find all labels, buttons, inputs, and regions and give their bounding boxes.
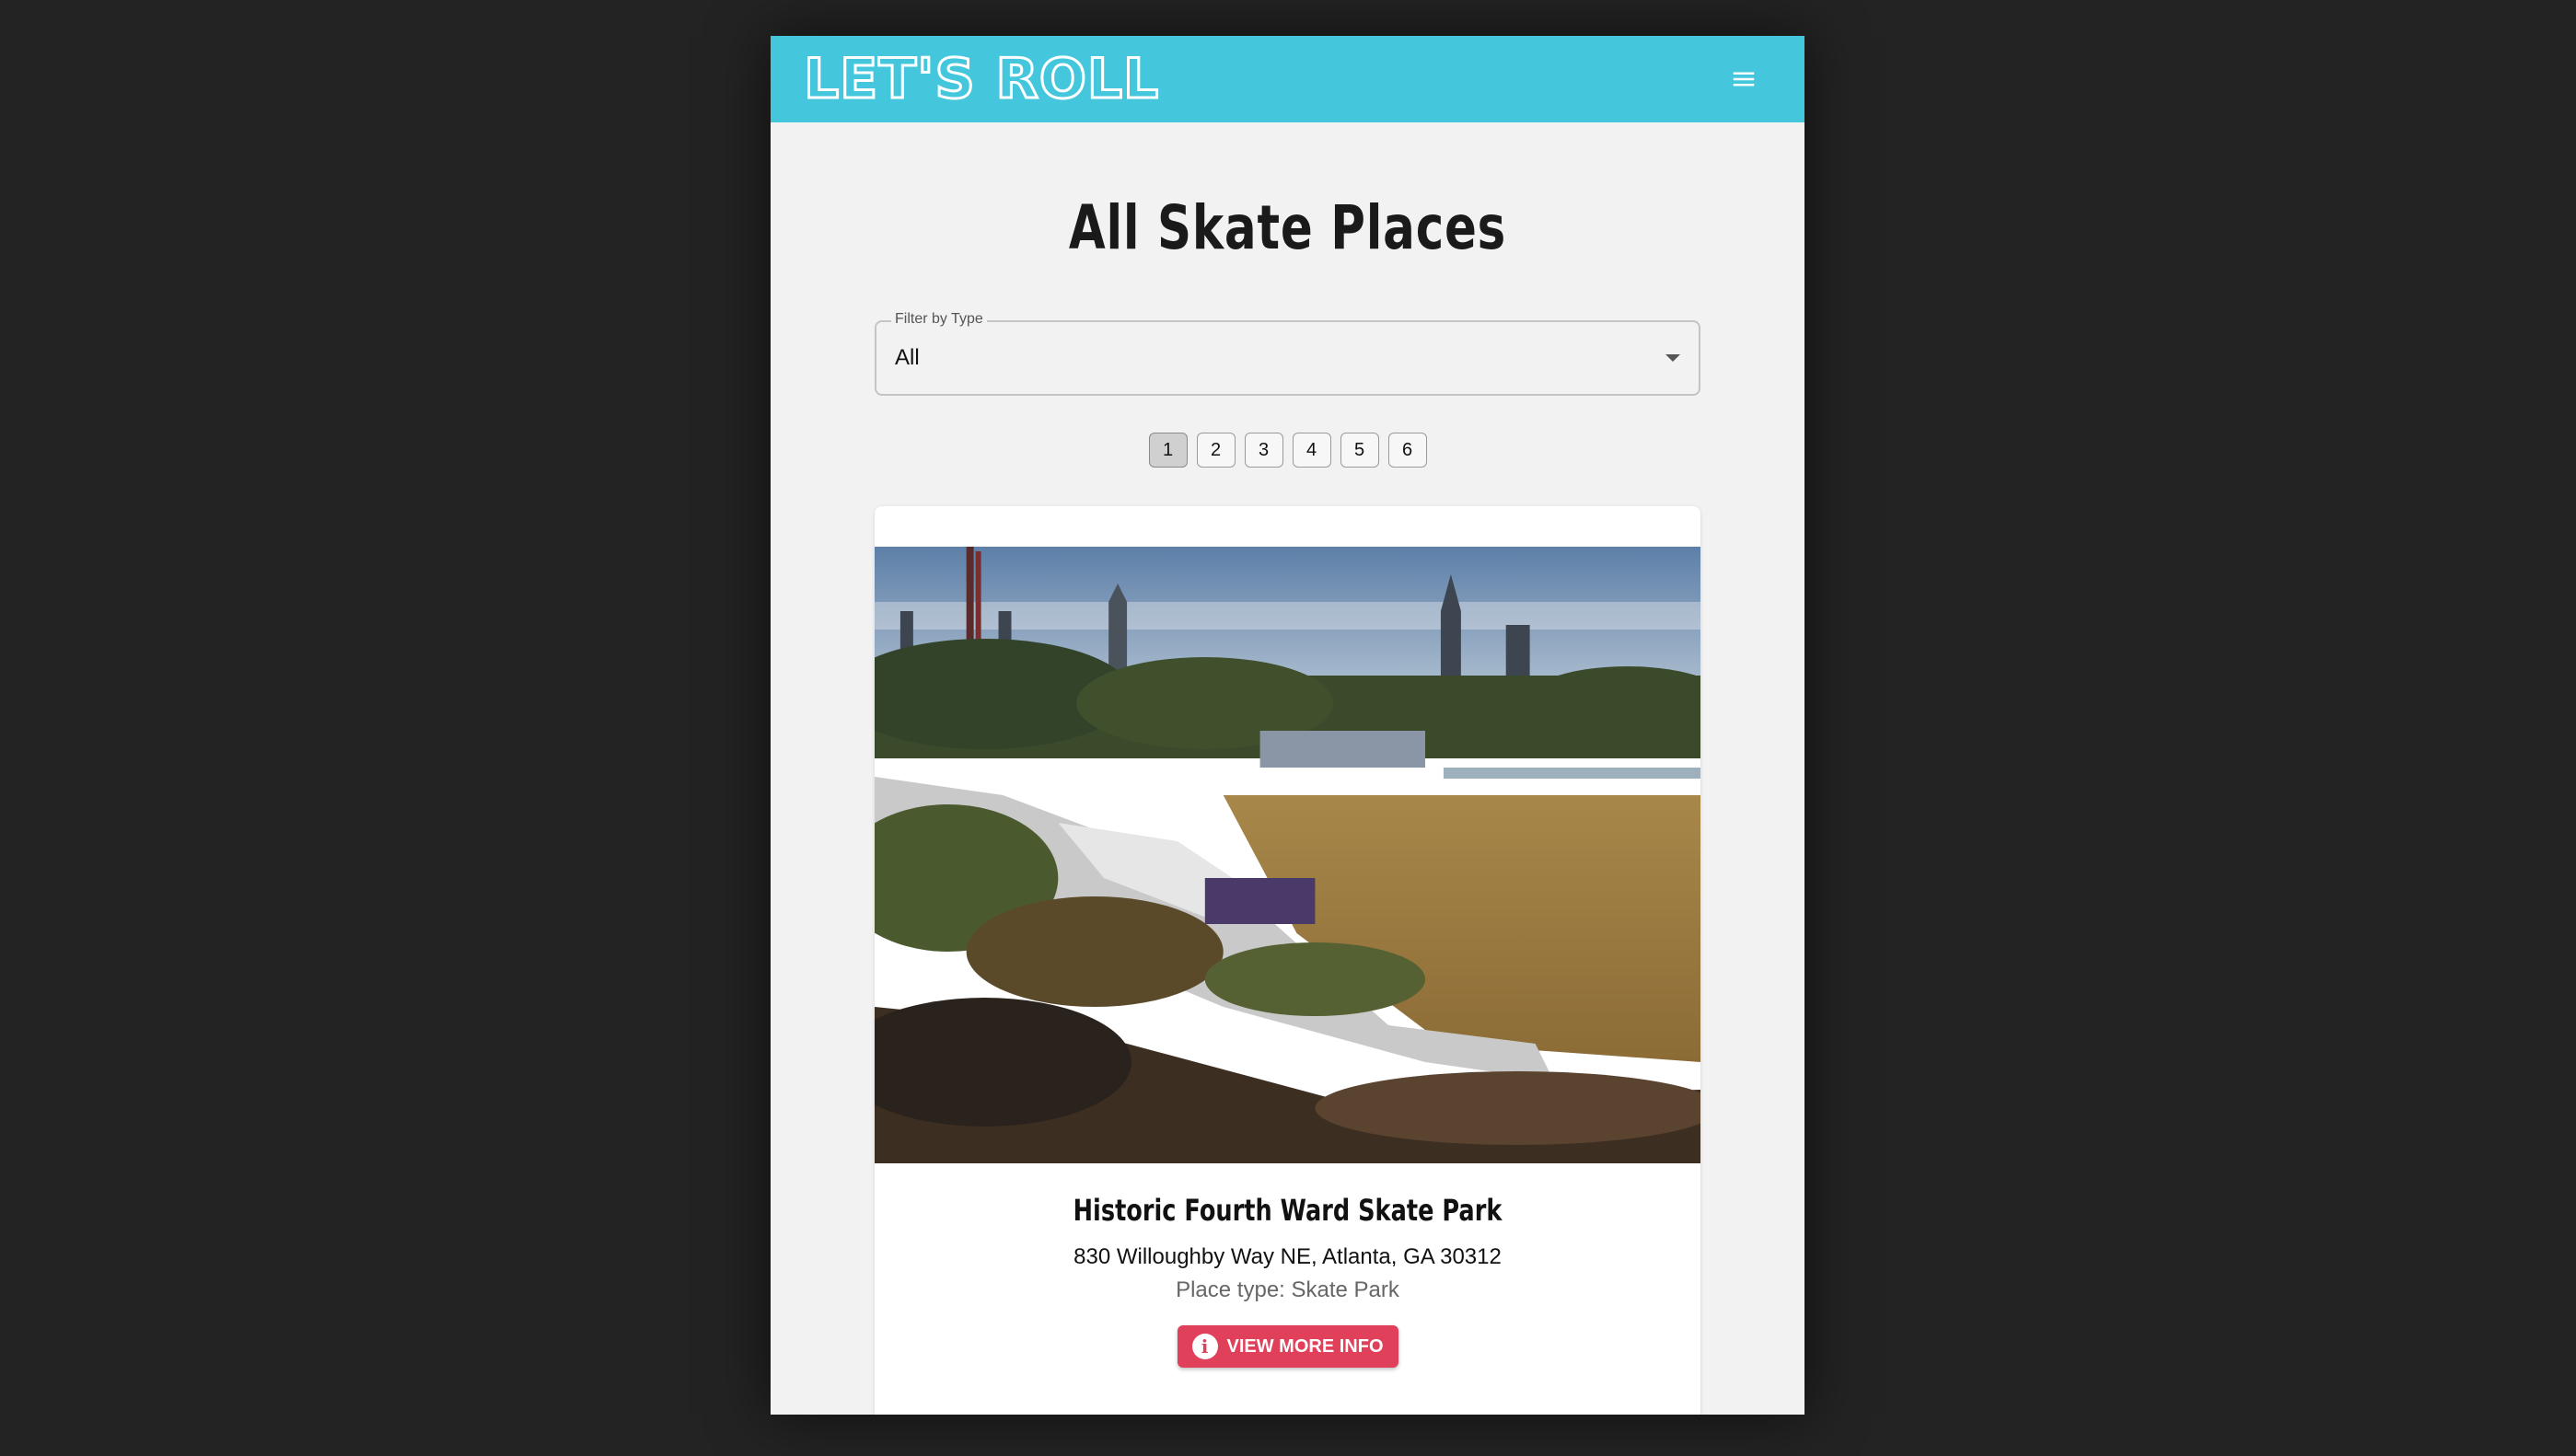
place-card: Historic Fourth Ward Skate Park 830 Will…	[875, 506, 1700, 1415]
filter-value: All	[895, 345, 920, 370]
app-window: LET'S ROLL All Skate Places Filter by Ty…	[771, 36, 1804, 1415]
page-button-2[interactable]: 2	[1196, 433, 1236, 468]
page-button-3[interactable]: 3	[1244, 433, 1283, 468]
page-title: All Skate Places	[1068, 192, 1507, 263]
info-icon: i	[1191, 1334, 1218, 1359]
place-name: Historic Fourth Ward Skate Park	[1073, 1193, 1503, 1228]
main-content: All Skate Places Filter by Type All 1 2 …	[771, 192, 1804, 1415]
place-photo	[875, 547, 1700, 1163]
page-button-4[interactable]: 4	[1292, 433, 1331, 468]
app-logo[interactable]: LET'S ROLL	[802, 51, 1159, 109]
place-address: 830 Willoughby Way NE, Atlanta, GA 30312	[1073, 1244, 1502, 1269]
hamburger-menu-icon	[1733, 72, 1755, 87]
pagination: 1 2 3 4 5 6	[875, 433, 1700, 468]
app-bar: LET'S ROLL	[771, 36, 1804, 122]
dropdown-caret-icon	[1665, 354, 1680, 362]
place-type: Place type: Skate Park	[1176, 1277, 1399, 1302]
view-more-info-button[interactable]: i VIEW MORE INFO	[1177, 1325, 1398, 1368]
menu-button[interactable]	[1716, 52, 1771, 107]
page-button-5[interactable]: 5	[1340, 433, 1379, 468]
page-button-6[interactable]: 6	[1387, 433, 1427, 468]
page-button-1[interactable]: 1	[1148, 433, 1188, 468]
view-more-info-label: VIEW MORE INFO	[1226, 1335, 1384, 1357]
filter-by-type-select[interactable]: Filter by Type All	[875, 311, 1700, 396]
filter-label: Filter by Type	[891, 311, 987, 328]
